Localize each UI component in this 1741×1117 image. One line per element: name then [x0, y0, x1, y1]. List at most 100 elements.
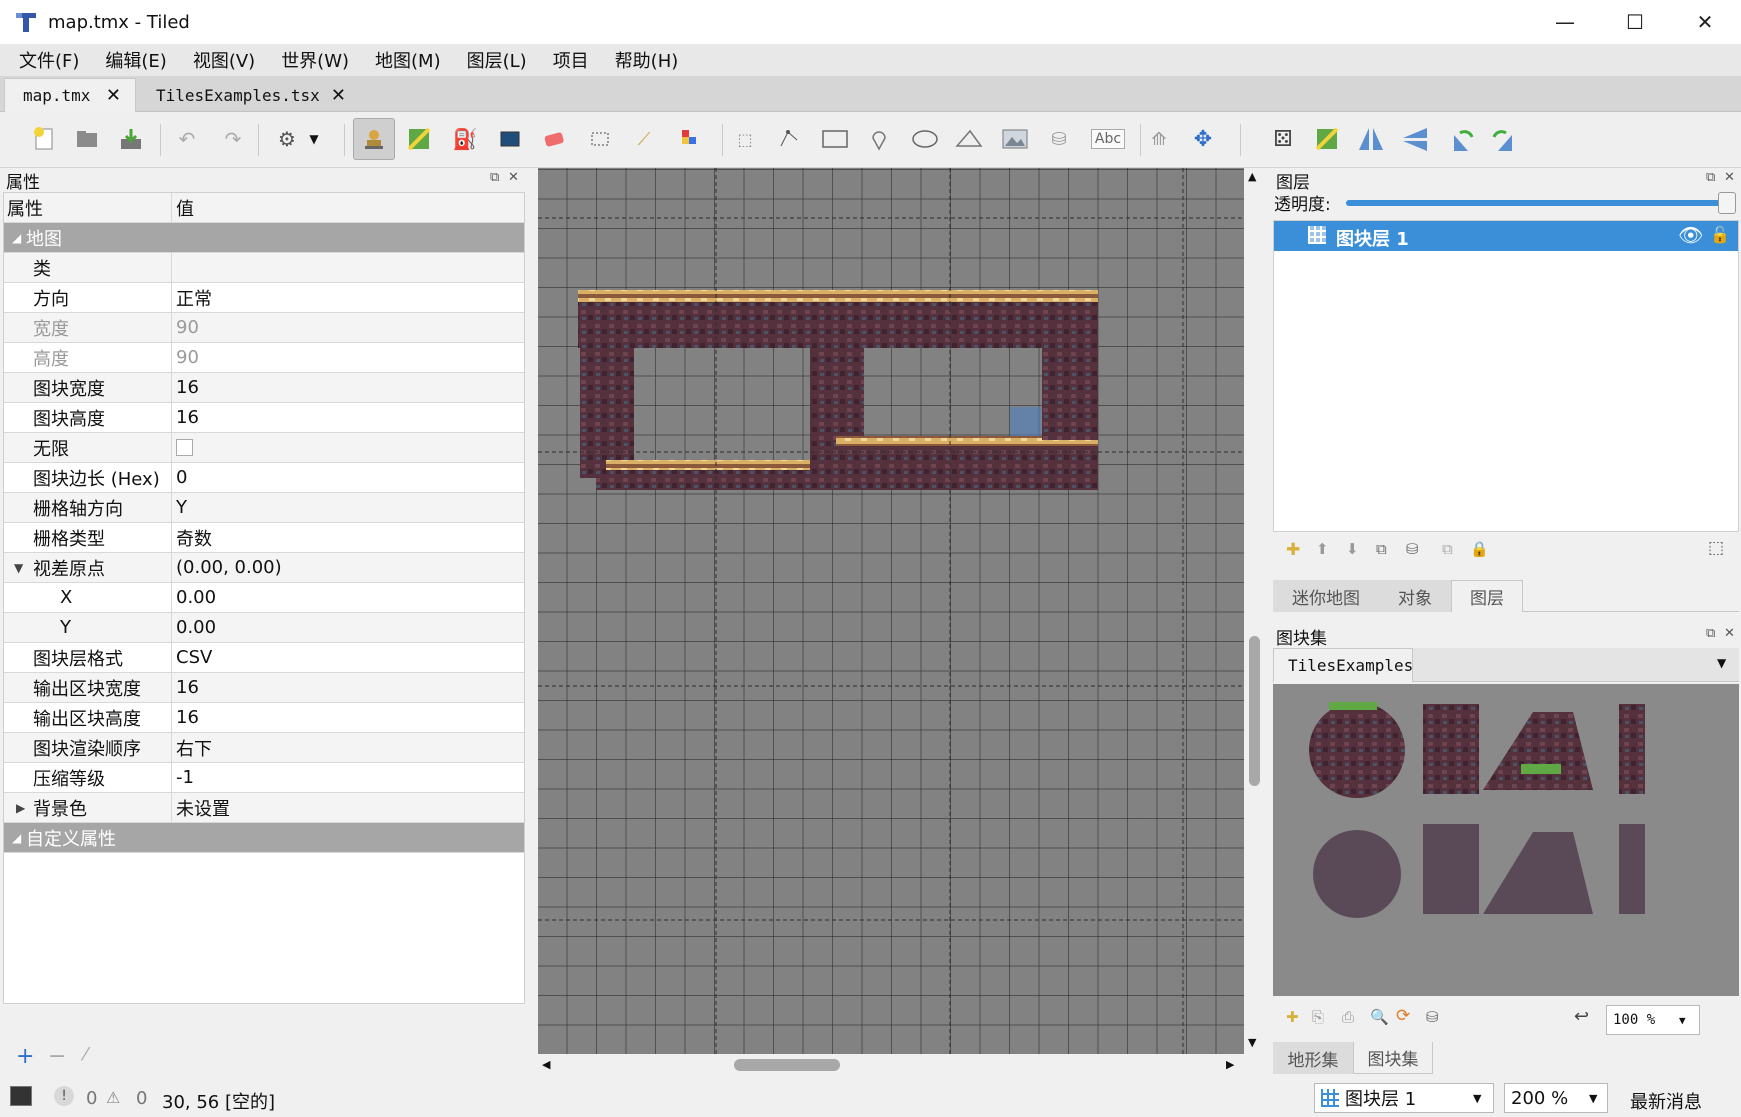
select-same-tile-icon[interactable]	[672, 122, 706, 156]
insert-template-icon[interactable]: ⛁	[1042, 122, 1076, 156]
world-tool-icon[interactable]: ⟰	[1142, 122, 1176, 156]
edit-polygons-icon[interactable]	[772, 122, 806, 156]
tileset-view[interactable]	[1273, 684, 1739, 996]
menu-map[interactable]: 地图(M)	[362, 47, 454, 73]
insert-ellipse-icon[interactable]	[908, 122, 942, 156]
tab-objects[interactable]: 对象	[1379, 580, 1451, 612]
insert-tile-icon[interactable]	[998, 122, 1032, 156]
group-map[interactable]: ◢ 地图	[4, 223, 524, 253]
vertical-scroll-thumb[interactable]	[1249, 636, 1260, 786]
prop-row-render-order[interactable]: 图块渲染顺序 右下	[4, 732, 524, 763]
infinite-checkbox[interactable]	[176, 439, 193, 456]
flip-horizontal-icon[interactable]	[1354, 122, 1388, 156]
save-icon[interactable]	[114, 122, 148, 156]
minimize-button[interactable]: —	[1530, 0, 1600, 44]
console-icon[interactable]	[10, 1086, 32, 1106]
float-panel-icon[interactable]: ⧉	[1706, 626, 1715, 641]
rotate-right-icon[interactable]	[1488, 122, 1522, 156]
highlight-layer-icon[interactable]: ⬚	[1708, 538, 1724, 558]
insert-polygon-icon[interactable]	[952, 122, 986, 156]
close-window-button[interactable]: ✕	[1670, 0, 1740, 44]
new-tileset-icon[interactable]: ✚	[1286, 1008, 1299, 1026]
remove-tileset-icon[interactable]: ⛁	[1426, 1008, 1439, 1026]
menu-edit[interactable]: 编辑(E)	[92, 47, 179, 73]
magic-wand-icon[interactable]: ⟋	[627, 122, 661, 156]
merge-layer-icon[interactable]: ⧉	[1442, 540, 1453, 558]
prop-row-infinite[interactable]: 无限	[4, 432, 524, 463]
prop-row-parallax-x[interactable]: X 0.00	[4, 582, 524, 613]
tab-tilesexamples-tsx[interactable]: TilesExamples.tsx ✕	[138, 78, 360, 112]
new-layer-icon[interactable]: ✚	[1286, 540, 1300, 560]
prop-row-stagger-index[interactable]: 栅格类型 奇数	[4, 522, 524, 553]
eye-visibility-icon[interactable]: 👁	[1678, 223, 1703, 247]
tab-minimap[interactable]: 迷你地图	[1273, 580, 1379, 612]
scroll-left-icon[interactable]: ◀	[542, 1058, 550, 1071]
random-mode-icon[interactable]: ⚄	[1266, 122, 1300, 156]
menu-file[interactable]: 文件(F)	[6, 47, 92, 73]
prop-row-output-chunk-height[interactable]: 输出区块高度 16	[4, 702, 524, 733]
command-icon[interactable]: ⚙	[270, 122, 304, 156]
prop-row-background-color[interactable]: ▶ 背景色 未设置	[4, 792, 524, 823]
prop-row-orientation[interactable]: 方向 正常	[4, 282, 524, 313]
map-editor-view[interactable]: ▲ ▼ ◀ ▶	[534, 168, 1264, 1076]
horizontal-scroll-thumb[interactable]	[734, 1059, 840, 1071]
edit-tileset-icon[interactable]: ⟳	[1396, 1006, 1410, 1026]
tab-tilesexamples[interactable]: TilesExamples	[1273, 648, 1413, 682]
wang-fill-icon[interactable]	[1310, 122, 1344, 156]
tab-terrain-sets[interactable]: 地形集	[1273, 1042, 1353, 1074]
prop-row-hex-side-length[interactable]: 图块边长 (Hex) 0	[4, 462, 524, 493]
opacity-slider-handle[interactable]	[1718, 192, 1736, 214]
select-objects-icon[interactable]: ⬚	[728, 122, 762, 156]
raise-layer-icon[interactable]: ⬆	[1316, 540, 1329, 558]
insert-rectangle-icon[interactable]	[818, 122, 852, 156]
prop-row-tile-width[interactable]: 图块宽度 16	[4, 372, 524, 403]
layer-row[interactable]: 图块层 1 👁 🔓	[1274, 221, 1738, 251]
embed-tileset-icon[interactable]: ⎘	[1312, 1008, 1324, 1026]
rename-property-icon[interactable]: ⁄	[84, 1044, 87, 1065]
delete-layer-icon[interactable]: ⛁	[1406, 540, 1419, 558]
error-icon[interactable]: !	[54, 1086, 74, 1106]
rotate-left-icon[interactable]	[1444, 122, 1478, 156]
stamp-brush-icon[interactable]	[353, 118, 395, 160]
prop-row-tile-height[interactable]: 图块高度 16	[4, 402, 524, 433]
scroll-right-icon[interactable]: ▶	[1226, 1058, 1234, 1071]
close-panel-icon[interactable]: ✕	[1724, 170, 1735, 185]
float-panel-icon[interactable]: ⧉	[490, 170, 499, 185]
opacity-slider[interactable]	[1346, 200, 1730, 206]
shape-fill-icon[interactable]	[493, 122, 527, 156]
group-custom-properties[interactable]: ◢ 自定义属性	[4, 823, 524, 853]
prop-row-stagger-axis[interactable]: 栅格轴方向 Y	[4, 492, 524, 523]
prop-row-compression-level[interactable]: 压缩等级 -1	[4, 762, 524, 793]
map-vertical-scrollbar[interactable]: ▲ ▼	[1244, 168, 1264, 1054]
close-tab-icon[interactable]: ✕	[106, 85, 121, 106]
lower-layer-icon[interactable]: ⬇	[1346, 540, 1359, 558]
menu-view[interactable]: 视图(V)	[180, 47, 268, 73]
close-panel-icon[interactable]: ✕	[508, 170, 519, 185]
add-property-icon[interactable]: +	[16, 1044, 34, 1069]
undo-icon[interactable]: ↶	[170, 122, 204, 156]
tileset-properties-icon[interactable]: 🔍	[1370, 1008, 1389, 1026]
dynamic-wrapping-icon[interactable]: ↩	[1574, 1006, 1589, 1027]
prop-row-parallax-origin[interactable]: ▼ 视差原点 (0.00, 0.00)	[4, 552, 524, 583]
prop-row-layer-format[interactable]: 图块层格式 CSV	[4, 642, 524, 673]
move-icon[interactable]: ✥	[1186, 122, 1220, 156]
lock-layer-icon[interactable]: 🔒	[1470, 540, 1489, 558]
duplicate-layer-icon[interactable]: ⧉	[1376, 540, 1387, 558]
eraser-icon[interactable]	[537, 122, 571, 156]
tab-map-tmx[interactable]: map.tmx ✕	[4, 78, 136, 112]
prop-row-class[interactable]: 类	[4, 252, 524, 283]
float-panel-icon[interactable]: ⧉	[1706, 170, 1715, 185]
menu-project[interactable]: 项目	[540, 47, 602, 73]
prop-row-output-chunk-width[interactable]: 输出区块宽度 16	[4, 672, 524, 703]
menu-help[interactable]: 帮助(H)	[602, 47, 692, 73]
insert-text-icon[interactable]: Abc	[1088, 122, 1128, 156]
map-horizontal-scrollbar[interactable]: ◀ ▶	[538, 1054, 1244, 1076]
open-icon[interactable]	[70, 122, 104, 156]
close-panel-icon[interactable]: ✕	[1724, 626, 1735, 641]
tab-layers[interactable]: 图层	[1451, 580, 1523, 612]
tileset-zoom-select[interactable]: 100 % ▼	[1606, 1005, 1700, 1035]
command-dropdown-icon[interactable]: ▼	[304, 122, 324, 156]
redo-icon[interactable]: ↷	[216, 122, 250, 156]
maximize-button[interactable]: ☐	[1600, 0, 1670, 44]
lock-icon[interactable]: 🔓	[1710, 225, 1730, 244]
